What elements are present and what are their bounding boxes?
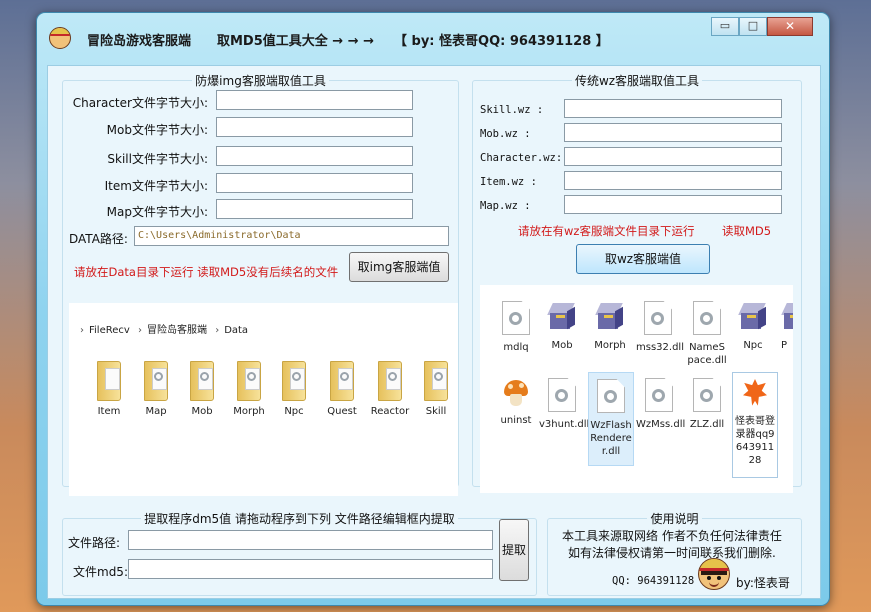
skill-wz-input[interactable] — [564, 99, 782, 118]
folder-item-npc[interactable]: Npc — [276, 361, 312, 418]
dll-file-icon — [644, 301, 672, 335]
character-size-input[interactable] — [216, 90, 413, 110]
mob-wz-label: Mob.wz : — [480, 128, 531, 140]
folder-icon — [144, 361, 168, 401]
skill-wz-label: Skill.wz : — [480, 104, 544, 116]
app-logo-icon — [49, 27, 71, 49]
author-signature: by:怪表哥 — [736, 576, 790, 590]
file-item-mdlq[interactable]: mdlq — [498, 301, 534, 354]
wz-hint-text: 请放在有wz客服端文件目录下运行 — [518, 224, 695, 238]
map-wz-label: Map.wz : — [480, 200, 531, 212]
folder-icon — [237, 361, 261, 401]
img-hint-text: 请放在Data目录下运行 读取MD5没有后续名的文件 — [74, 265, 339, 279]
title-bar[interactable]: 冒险岛游戏客服端 取MD5值工具大全 → → → 【 by: 怪表哥QQ: 96… — [37, 13, 829, 61]
usage-line-1: 本工具来源取网络 作者不负任何法律责任 — [562, 529, 782, 543]
file-item-launcher[interactable]: 怪表哥登录器qq964391128 — [732, 372, 778, 478]
file-item-wzflashrenderer[interactable]: WzFlashRenderer.dll — [588, 372, 634, 466]
folder-icon — [282, 361, 306, 401]
file-md5-input[interactable] — [128, 559, 493, 579]
map-size-input[interactable] — [216, 199, 413, 219]
file-item-npc[interactable]: Npc — [735, 301, 771, 352]
mushroom-icon — [503, 378, 529, 408]
skill-size-input[interactable] — [216, 146, 413, 166]
file-item-mob[interactable]: Mob — [544, 301, 580, 352]
wz-panel-title: 传统wz客服端取值工具 — [571, 74, 703, 88]
wz-file-browser[interactable]: mdlq Mob Morph mss32.dll NameSpace.dll N… — [480, 285, 793, 493]
wz-archive-icon — [547, 301, 577, 331]
file-item-zlz[interactable]: ZLZ.dll — [686, 378, 728, 431]
file-path-input[interactable] — [128, 530, 493, 550]
luffy-avatar-icon — [698, 558, 730, 590]
extract-button[interactable]: 提取 — [499, 519, 529, 581]
get-img-value-button[interactable]: 取img客服端值 — [349, 252, 449, 282]
img-panel-title: 防爆img客服端取值工具 — [192, 74, 329, 88]
folder-item-map[interactable]: Map — [138, 361, 174, 418]
dll-file-icon — [693, 378, 721, 412]
file-item-morph[interactable]: Morph — [589, 301, 631, 352]
minimize-button[interactable]: ▭ — [711, 17, 739, 36]
folder-icon — [424, 361, 448, 401]
breadcrumb: › FileRecv › 冒险岛客服端 › Data — [80, 325, 249, 336]
folder-item-quest[interactable]: Quest — [321, 361, 363, 418]
folder-icon — [378, 361, 402, 401]
window-subtitle: 取MD5值工具大全 → → → — [217, 34, 375, 49]
maximize-button[interactable]: □ — [739, 17, 767, 36]
qq-number: QQ: 964391128 — [612, 575, 695, 587]
folder-item-mob[interactable]: Mob — [184, 361, 220, 418]
file-item-v3hunt[interactable]: v3hunt.dll — [539, 378, 589, 431]
dll-file-icon — [693, 301, 721, 335]
file-item-namespace[interactable]: NameSpace.dll — [687, 301, 727, 367]
mob-size-label: Mob文件字节大小: — [106, 123, 208, 137]
folder-icon — [97, 361, 121, 401]
character-size-label: Character文件字节大小: — [72, 96, 208, 110]
file-item-partial[interactable]: P — [781, 301, 793, 352]
close-button[interactable]: ✕ — [767, 17, 813, 36]
file-item-uninst[interactable]: uninst — [498, 378, 534, 427]
mob-wz-input[interactable] — [564, 123, 782, 142]
folder-item-morph[interactable]: Morph — [228, 361, 270, 418]
file-md5-label: 文件md5: — [73, 565, 128, 579]
file-gear-icon — [502, 301, 530, 335]
item-size-input[interactable] — [216, 173, 413, 193]
wz-archive-icon — [595, 301, 625, 331]
folder-item-skill[interactable]: Skill — [418, 361, 454, 418]
breadcrumb-item[interactable]: 冒险岛客服端 — [147, 325, 207, 336]
item-wz-label: Item.wz : — [480, 176, 537, 188]
client-area: 防爆img客服端取值工具 Character文件字节大小: Mob文件字节大小:… — [47, 65, 821, 599]
usage-line-2: 如有法律侵权请第一时间联系我们删除. — [568, 546, 776, 560]
wz-archive-icon — [738, 301, 768, 331]
map-wz-input[interactable] — [564, 195, 782, 214]
file-item-mss32[interactable]: mss32.dll — [636, 301, 684, 354]
item-size-label: Item文件字节大小: — [104, 179, 208, 193]
data-path-input[interactable]: C:\Users\Administrator\Data — [134, 226, 449, 246]
dll-file-icon — [548, 378, 576, 412]
character-wz-input[interactable] — [564, 147, 782, 166]
data-folder-browser[interactable]: › FileRecv › 冒险岛客服端 › Data Item Map Mob Mor… — [69, 303, 458, 496]
map-size-label: Map文件字节大小: — [106, 205, 208, 219]
author-info: 【 by: 怪表哥QQ: 964391128 】 — [394, 34, 609, 49]
breadcrumb-item[interactable]: Data — [224, 325, 248, 336]
character-wz-label: Character.wz: — [480, 152, 563, 164]
mob-size-input[interactable] — [216, 117, 413, 137]
item-wz-input[interactable] — [564, 171, 782, 190]
folder-icon — [330, 361, 354, 401]
get-wz-value-button[interactable]: 取wz客服端值 — [576, 244, 710, 274]
data-path-label: DATA路径: — [69, 232, 128, 246]
extract-panel-title: 提取程序dm5值 请拖动程序到下列 文件路径编辑框内提取 — [141, 512, 458, 526]
folder-icon — [190, 361, 214, 401]
app-name: 冒险岛游戏客服端 — [87, 34, 192, 49]
dll-file-icon — [597, 379, 625, 413]
dll-file-icon — [645, 378, 673, 412]
maple-leaf-icon — [740, 377, 770, 411]
file-path-label: 文件路径: — [68, 536, 121, 550]
folder-item-reactor[interactable]: Reactor — [367, 361, 413, 418]
skill-size-label: Skill文件字节大小: — [107, 152, 208, 166]
file-item-wzmss[interactable]: WzMss.dll — [636, 378, 685, 431]
usage-panel-title: 使用说明 — [647, 512, 702, 526]
wz-archive-icon — [781, 301, 793, 331]
main-window: 冒险岛游戏客服端 取MD5值工具大全 → → → 【 by: 怪表哥QQ: 96… — [36, 12, 830, 606]
folder-item-item[interactable]: Item — [91, 361, 127, 418]
breadcrumb-item[interactable]: FileRecv — [89, 325, 130, 336]
read-md5-link[interactable]: 读取MD5 — [722, 223, 771, 239]
